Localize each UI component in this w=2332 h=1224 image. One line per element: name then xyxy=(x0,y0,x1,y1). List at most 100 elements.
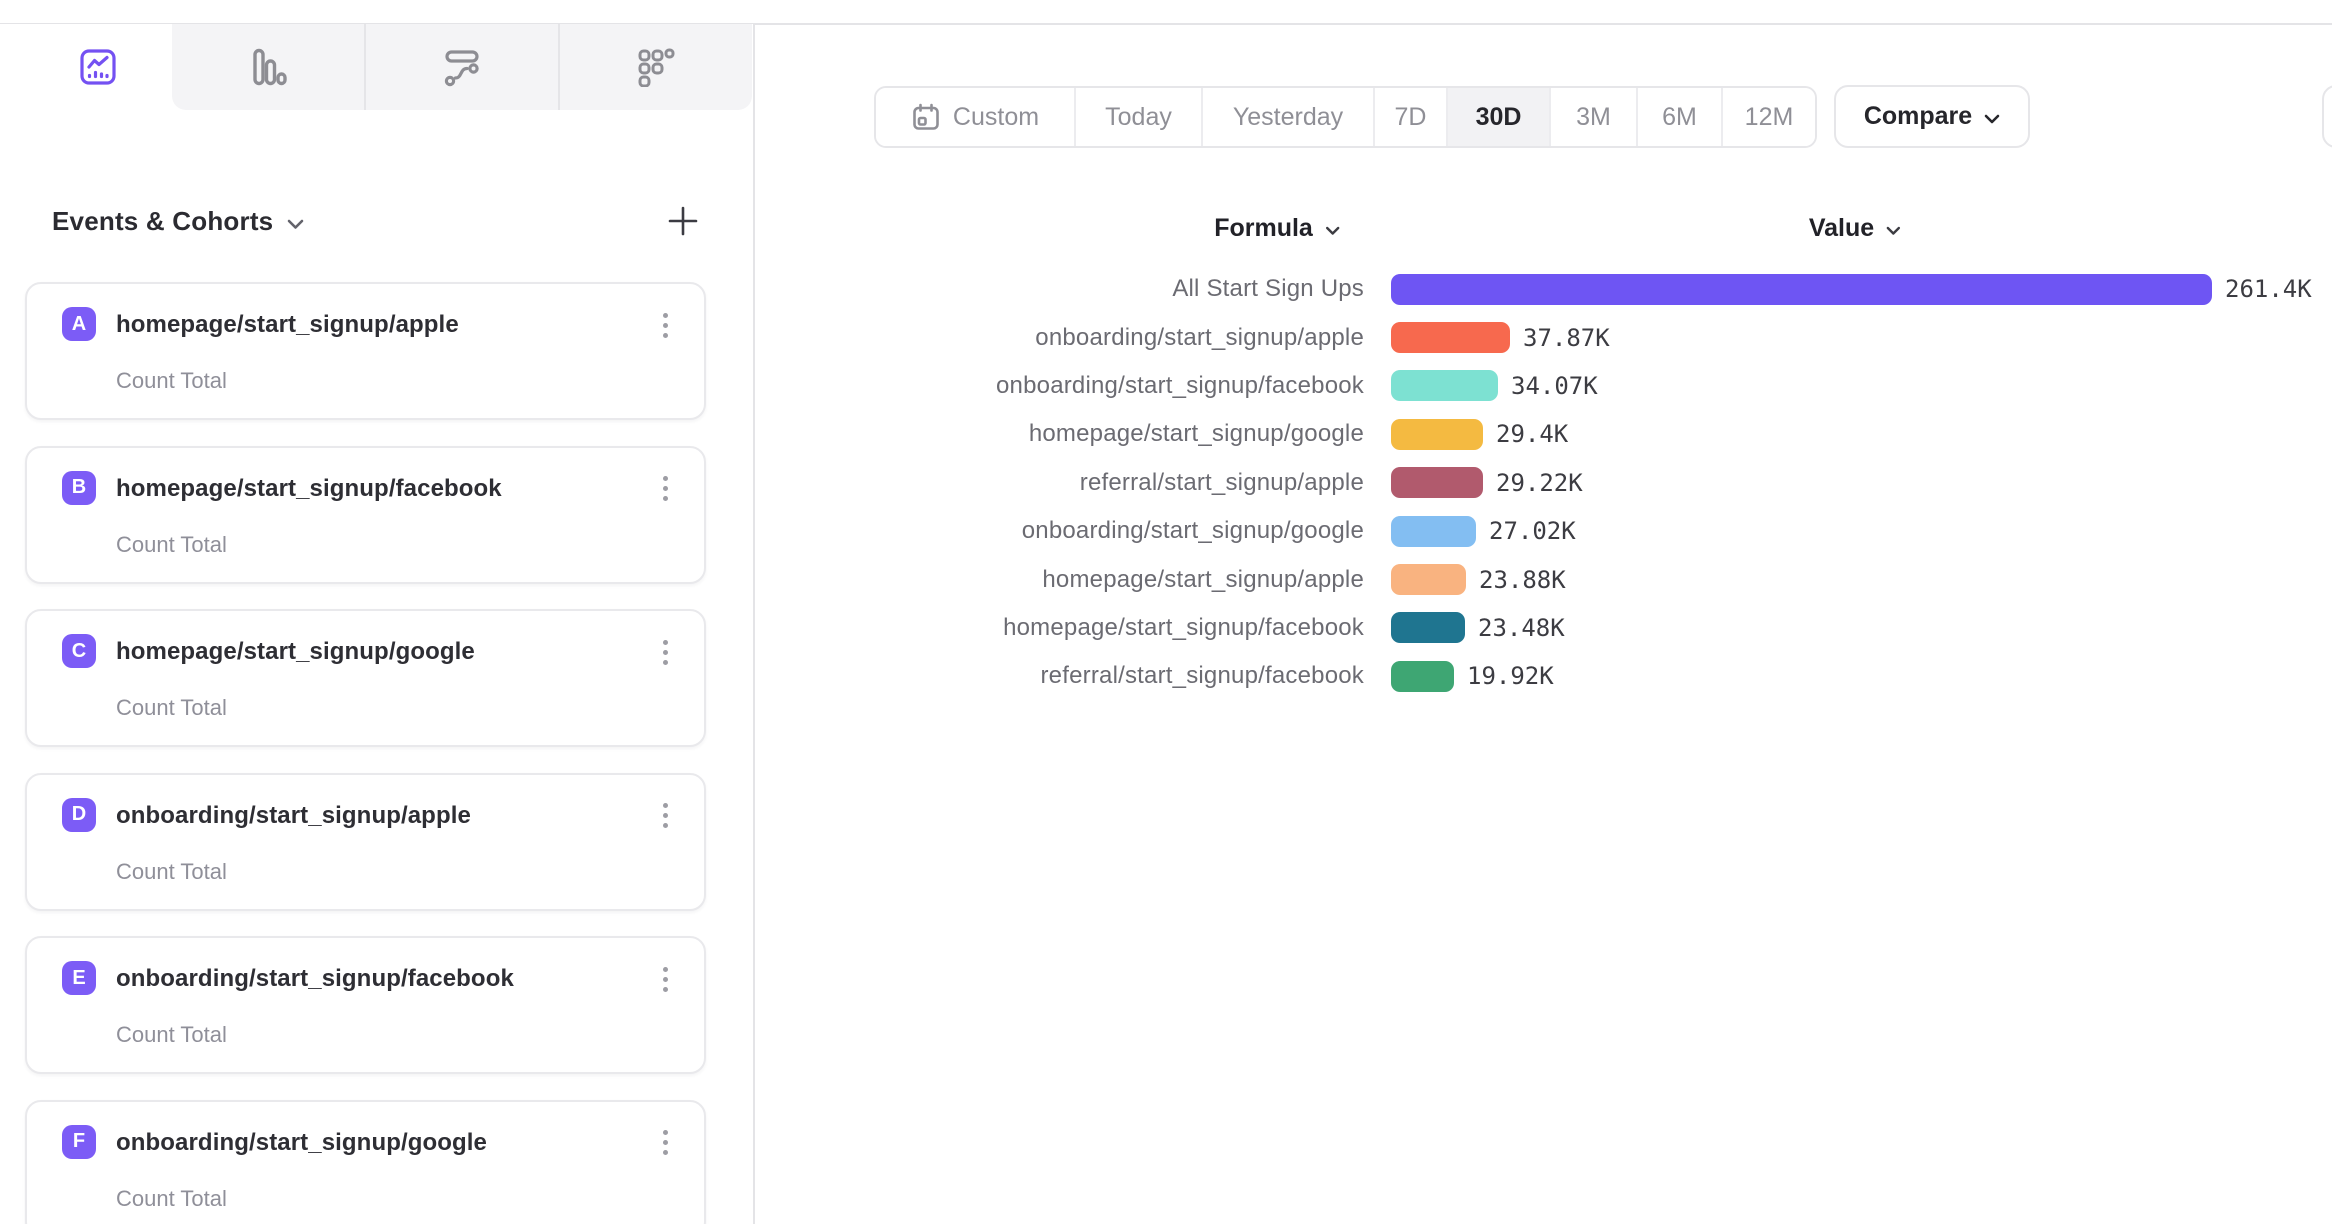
date-range-segment-6m[interactable]: 6M xyxy=(1636,88,1721,146)
event-metric[interactable]: Count Total xyxy=(116,695,227,721)
bar-label: onboarding/start_signup/apple xyxy=(930,324,1364,352)
add-event-button[interactable] xyxy=(663,201,703,241)
event-card[interactable]: E onboarding/start_signup/facebook Count… xyxy=(25,936,706,1074)
event-letter-badge: A xyxy=(62,307,96,341)
chart-row: homepage/start_signup/google 29.4K xyxy=(930,410,2312,458)
date-range-segment-12m[interactable]: 12M xyxy=(1721,88,1815,146)
bar-value: 19.92K xyxy=(1467,662,1554,690)
calendar-icon xyxy=(911,102,941,132)
kebab-menu-icon[interactable] xyxy=(648,633,682,671)
bar-label: homepage/start_signup/google xyxy=(930,420,1364,448)
kebab-menu-icon[interactable] xyxy=(648,470,682,508)
formula-header-label: Formula xyxy=(1214,214,1313,243)
date-range-segment-today[interactable]: Today xyxy=(1074,88,1201,146)
events-cohorts-title: Events & Cohorts xyxy=(52,206,273,237)
kebab-menu-icon[interactable] xyxy=(648,960,682,998)
bar-chart-icon xyxy=(248,47,288,87)
date-range-segment-yesterday[interactable]: Yesterday xyxy=(1201,88,1373,146)
bar-value: 27.02K xyxy=(1489,517,1576,545)
event-card[interactable]: C homepage/start_signup/google Count Tot… xyxy=(25,609,706,747)
event-name: onboarding/start_signup/google xyxy=(116,1129,487,1157)
chart-row: All Start Sign Ups 261.4K xyxy=(930,265,2312,313)
chevron-down-icon xyxy=(1886,226,1901,236)
date-range-segment-custom[interactable]: Custom xyxy=(876,88,1074,146)
event-letter-badge: D xyxy=(62,798,96,832)
compare-label: Compare xyxy=(1864,102,1972,131)
kebab-menu-icon[interactable] xyxy=(648,306,682,344)
value-column-header[interactable]: Value xyxy=(1809,214,1901,243)
chevron-down-icon xyxy=(1325,226,1340,236)
tab-retention[interactable] xyxy=(558,24,752,110)
bar-label: onboarding/start_signup/google xyxy=(930,517,1364,545)
bar[interactable] xyxy=(1391,322,1510,353)
formula-column-header[interactable]: Formula xyxy=(1214,214,1340,243)
event-name: homepage/start_signup/facebook xyxy=(116,475,502,503)
date-range-segment-30d[interactable]: 30D xyxy=(1446,88,1549,146)
event-name: homepage/start_signup/apple xyxy=(116,311,459,339)
chart-row: referral/start_signup/facebook 19.92K xyxy=(930,652,2312,700)
bar-value: 261.4K xyxy=(2225,275,2312,303)
bar-label: onboarding/start_signup/facebook xyxy=(930,372,1364,400)
event-metric[interactable]: Count Total xyxy=(116,1022,227,1048)
bar-label: All Start Sign Ups xyxy=(930,275,1364,303)
date-range-segment-3m[interactable]: 3M xyxy=(1549,88,1636,146)
date-range-segment-7d[interactable]: 7D xyxy=(1373,88,1446,146)
event-card[interactable]: A homepage/start_signup/apple Count Tota… xyxy=(25,282,706,420)
bar-value: 34.07K xyxy=(1511,372,1598,400)
event-name: onboarding/start_signup/apple xyxy=(116,802,471,830)
inactive-tabs-block xyxy=(172,24,752,110)
query-sidebar: Events & Cohorts A homepage/start_signup… xyxy=(0,24,755,1224)
chart-row: homepage/start_signup/apple 23.88K xyxy=(930,555,2312,603)
chart-row: onboarding/start_signup/google 27.02K xyxy=(930,507,2312,555)
bar[interactable] xyxy=(1391,274,2212,305)
bar[interactable] xyxy=(1391,612,1465,643)
bar[interactable] xyxy=(1391,370,1498,401)
tab-flows[interactable] xyxy=(364,24,558,110)
cutoff-button[interactable] xyxy=(2322,85,2332,148)
bar[interactable] xyxy=(1391,467,1483,498)
chart-type-tabstrip xyxy=(0,24,755,110)
chevron-down-icon xyxy=(1984,114,2000,124)
bar-label: referral/start_signup/apple xyxy=(930,469,1364,497)
event-card[interactable]: D onboarding/start_signup/apple Count To… xyxy=(25,773,706,911)
retention-icon xyxy=(636,47,676,87)
bar-value: 23.48K xyxy=(1478,614,1565,642)
bar-value: 23.88K xyxy=(1479,566,1566,594)
flows-icon xyxy=(442,47,482,87)
event-letter-badge: F xyxy=(62,1125,96,1159)
events-cohorts-header[interactable]: Events & Cohorts xyxy=(52,196,703,246)
kebab-menu-icon[interactable] xyxy=(648,1124,682,1162)
event-card-list: A homepage/start_signup/apple Count Tota… xyxy=(25,282,706,1224)
bar[interactable] xyxy=(1391,516,1476,547)
event-metric[interactable]: Count Total xyxy=(116,368,227,394)
chevron-down-icon xyxy=(287,219,304,230)
bar[interactable] xyxy=(1391,661,1454,692)
chart-row: onboarding/start_signup/apple 37.87K xyxy=(930,313,2312,361)
chart-row: onboarding/start_signup/facebook 34.07K xyxy=(930,362,2312,410)
bar[interactable] xyxy=(1391,564,1466,595)
event-letter-badge: B xyxy=(62,471,96,505)
bar-label: referral/start_signup/facebook xyxy=(930,662,1364,690)
event-card[interactable]: F onboarding/start_signup/google Count T… xyxy=(25,1100,706,1224)
horizontal-bar-chart: All Start Sign Ups 261.4K onboarding/sta… xyxy=(930,265,2312,701)
line-chart-icon xyxy=(79,48,117,86)
event-letter-badge: C xyxy=(62,634,96,668)
compare-button[interactable]: Compare xyxy=(1834,85,2030,148)
event-name: homepage/start_signup/google xyxy=(116,638,475,666)
bar[interactable] xyxy=(1391,419,1483,450)
tab-bar-chart[interactable] xyxy=(172,24,364,110)
tab-insights[interactable] xyxy=(24,24,172,110)
event-name: onboarding/start_signup/facebook xyxy=(116,965,514,993)
bar-label: homepage/start_signup/facebook xyxy=(930,614,1364,642)
event-letter-badge: E xyxy=(62,961,96,995)
date-range-control: Custom Today Yesterday 7D 30D 3M 6M 12M xyxy=(874,86,1817,148)
plus-icon xyxy=(666,204,700,238)
bar-value: 29.4K xyxy=(1496,420,1568,448)
event-metric[interactable]: Count Total xyxy=(116,859,227,885)
value-header-label: Value xyxy=(1809,214,1874,243)
event-metric[interactable]: Count Total xyxy=(116,1186,227,1212)
kebab-menu-icon[interactable] xyxy=(648,797,682,835)
bar-value: 37.87K xyxy=(1523,324,1610,352)
event-metric[interactable]: Count Total xyxy=(116,532,227,558)
event-card[interactable]: B homepage/start_signup/facebook Count T… xyxy=(25,446,706,584)
